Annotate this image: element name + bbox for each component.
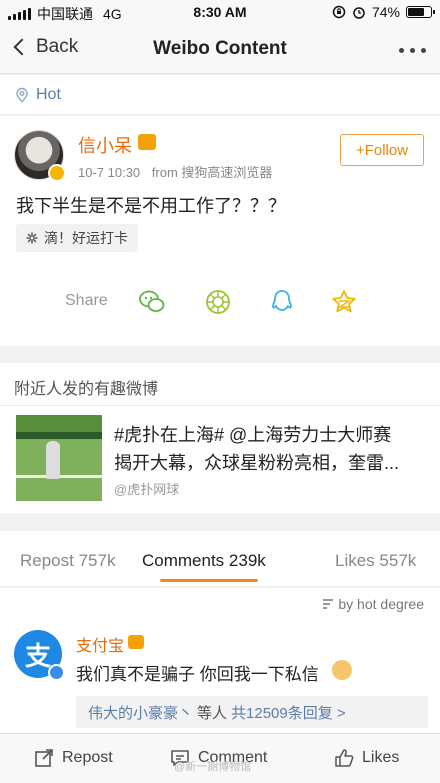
navigation-bar: Back Weibo Content — [0, 26, 440, 74]
battery-icon — [406, 6, 435, 18]
active-tab-indicator — [160, 579, 258, 582]
share-label: Share — [65, 292, 108, 309]
tab-comments[interactable]: Comments 239k — [142, 551, 266, 571]
nearby-thumbnail[interactable] — [16, 415, 102, 501]
reply-etc: 等人 — [197, 704, 228, 722]
divider — [0, 405, 440, 406]
tennis-player-figure — [46, 441, 60, 479]
sort-button[interactable]: by hot degree — [322, 596, 424, 612]
sort-label: by hot degree — [338, 596, 424, 612]
alipay-logo-icon: 支 — [24, 640, 51, 671]
post-text: 我下半生是不是不用工作了？？？ — [16, 196, 286, 216]
tab-likes[interactable]: Likes 557k — [335, 551, 416, 571]
nearby-text-line2[interactable]: 揭开大幕，众球星粉粉亮相，奎雷... — [114, 449, 399, 475]
post-meta: 10-7 10:30 from 搜狗高速浏览器 — [78, 162, 272, 181]
weibo-content-screen: 中国联通 4G 8:30 AM 74% Back Weibo Content H… — [0, 0, 440, 783]
page-title: Weibo Content — [153, 38, 287, 59]
battery-percent: 74% — [371, 4, 400, 20]
reply-summary[interactable]: 伟大的小豪豪丶 等人 共12509条回复 > — [76, 696, 428, 728]
wechat-icon[interactable] — [138, 288, 166, 316]
vip-crown-icon — [138, 134, 156, 150]
like-button[interactable]: Likes — [334, 748, 399, 768]
alarm-icon — [353, 7, 365, 19]
weibo-post: 信小呆 10-7 10:30 from 搜狗高速浏览器 +Follow 我下半生… — [0, 116, 440, 346]
comment-username[interactable]: 支付宝 — [76, 632, 124, 656]
comment-avatar[interactable]: 支 — [14, 630, 65, 681]
repost-icon — [35, 749, 53, 767]
status-bar: 中国联通 4G 8:30 AM 74% — [0, 0, 440, 26]
status-right: 74% — [332, 4, 435, 20]
hot-label: Hot — [36, 86, 61, 103]
watermark-text: @新一期博物馆 — [174, 761, 252, 773]
nearby-interesting-section: 附近人发的有趣微博 #虎扑在上海# @上海劳力士大师赛 揭开大幕，众球星粉粉亮相… — [0, 363, 440, 513]
vip-crown-icon — [128, 635, 144, 649]
qq-icon[interactable] — [268, 288, 296, 316]
verified-badge-icon — [48, 664, 65, 681]
qzone-icon[interactable] — [330, 288, 358, 316]
sort-icon — [323, 599, 334, 609]
likes-label: Likes — [362, 749, 400, 766]
tab-repost[interactable]: Repost 757k — [20, 551, 115, 571]
post-source: from 搜狗高速浏览器 — [151, 165, 273, 180]
hot-bar[interactable]: Hot — [0, 75, 440, 115]
cat-emoji-icon — [332, 660, 352, 680]
reply-count[interactable]: 共12509条回复 > — [231, 702, 346, 723]
nearby-text-line1[interactable]: #虎扑在上海# @上海劳力士大师赛 — [114, 421, 391, 447]
thumbs-up-icon — [335, 749, 354, 767]
more-options-icon[interactable] — [399, 48, 426, 53]
avatar[interactable] — [14, 130, 66, 182]
repost-button[interactable]: Repost — [34, 748, 113, 768]
location-pin-icon — [16, 87, 28, 103]
battery-fill — [408, 8, 424, 16]
checkin-tag[interactable]: 滴！好运打卡 — [16, 224, 138, 252]
reply-user[interactable]: 伟大的小豪豪丶 — [88, 702, 193, 723]
repost-label: Repost — [62, 749, 113, 766]
checkin-tag-label: 滴！好运打卡 — [44, 230, 128, 246]
share-row: Share — [0, 284, 440, 320]
interaction-tabs: Repost 757k Comments 239k Likes 557k — [0, 531, 440, 587]
moments-icon[interactable] — [204, 288, 232, 316]
nearby-heading: 附近人发的有趣微博 — [14, 381, 159, 398]
post-username[interactable]: 信小呆 — [78, 132, 132, 158]
orientation-lock-icon — [332, 5, 346, 19]
sparkle-icon — [26, 232, 38, 244]
comment-text: 我们真不是骗子 你回我一下私信 — [76, 665, 319, 684]
post-date: 10-7 10:30 — [78, 165, 141, 180]
comments-section: by hot degree 支 支付宝 我们真不是骗子 你回我一下私信 伟大的小… — [0, 588, 440, 738]
verified-badge-icon — [48, 164, 66, 182]
follow-button[interactable]: +Follow — [340, 134, 424, 166]
nearby-source: @虎扑网球 — [114, 482, 180, 497]
